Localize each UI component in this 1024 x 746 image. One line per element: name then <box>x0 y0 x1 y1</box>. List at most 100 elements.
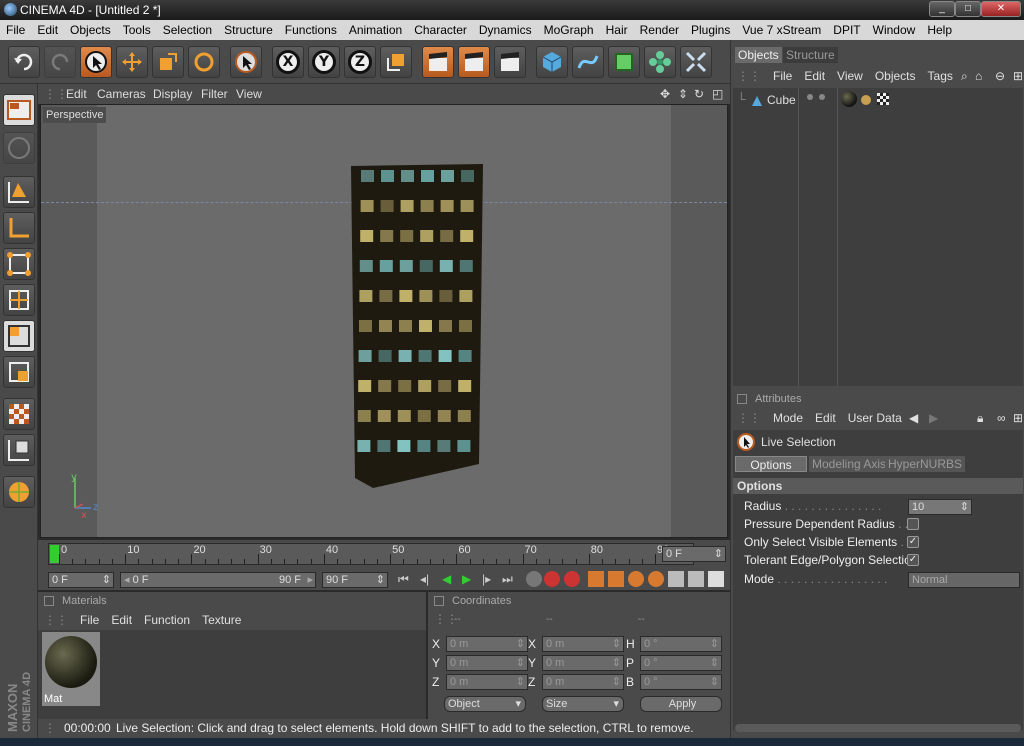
use-camera-mode-button[interactable] <box>3 94 35 126</box>
texture-axis-tool-button[interactable] <box>3 434 35 466</box>
coordinate-value-field[interactable]: 0 ° ⇕ <box>640 674 722 690</box>
texture-tag-icon[interactable] <box>877 93 889 105</box>
tab-hypernurbs[interactable]: HyperNURBS <box>885 456 966 472</box>
tolerant-checkbox[interactable]: ✓ <box>907 554 919 566</box>
pressure-checkbox[interactable] <box>907 518 919 530</box>
maximize-button[interactable]: □ <box>955 1 981 17</box>
forward-arrow-icon[interactable]: ▶ <box>923 408 944 428</box>
y-axis-lock-button[interactable]: Y <box>308 46 340 78</box>
end-frame-field[interactable]: 90 F ⇕ <box>322 572 388 588</box>
start-frame-field[interactable]: 0 F ⇕ <box>48 572 114 588</box>
tab-structure[interactable]: Structure <box>783 47 838 63</box>
timeline-ruler[interactable]: 0102030405060708090 <box>48 543 694 565</box>
coordinate-value-field[interactable]: 0 m ⇕ <box>542 655 624 671</box>
model-tool-button[interactable] <box>3 176 35 208</box>
key-point-level-icon[interactable] <box>668 571 684 587</box>
materials-menu-file[interactable]: File <box>74 610 105 630</box>
objects-home-icon[interactable]: ⌂ <box>969 66 988 86</box>
go-to-end-icon[interactable]: ⏭ <box>502 572 513 587</box>
z-axis-lock-button[interactable]: Z <box>344 46 376 78</box>
tab-options[interactable]: Options <box>735 456 807 472</box>
selection-tool-button[interactable] <box>230 46 262 78</box>
menu-edit[interactable]: Edit <box>31 20 64 40</box>
menu-objects[interactable]: Objects <box>64 20 117 40</box>
tab-modeling-axis[interactable]: Modeling Axis <box>809 456 890 472</box>
coordinate-value-field[interactable]: 0 m ⇕ <box>446 655 528 671</box>
add-array-button[interactable] <box>644 46 676 78</box>
objects-menu-edit[interactable]: Edit <box>798 66 831 86</box>
play-forward-icon[interactable]: ▶ <box>462 572 471 586</box>
perspective-viewport[interactable]: Perspective y z x <box>40 104 728 538</box>
scale-tool-button[interactable] <box>152 46 184 78</box>
render-settings-button[interactable] <box>494 46 526 78</box>
materials-menu-function[interactable]: Function <box>138 610 196 630</box>
coordinate-value-field[interactable]: 0 ° ⇕ <box>640 655 722 671</box>
move-tool-button[interactable] <box>116 46 148 78</box>
back-arrow-icon[interactable]: ◀ <box>903 408 924 428</box>
materials-menu-edit[interactable]: Edit <box>105 610 138 630</box>
x-axis-lock-button[interactable]: X <box>272 46 304 78</box>
menu-tools[interactable]: Tools <box>117 20 157 40</box>
attributes-menu-userdata[interactable]: User Data <box>842 408 908 428</box>
coordinate-value-field[interactable]: 0 m ⇕ <box>542 674 624 690</box>
next-frame-icon[interactable]: |▸ <box>482 572 491 586</box>
rotate-tool-button[interactable] <box>188 46 220 78</box>
menu-mograph[interactable]: MoGraph <box>538 20 600 40</box>
menu-functions[interactable]: Functions <box>279 20 343 40</box>
material-tag-icon[interactable] <box>841 91 857 107</box>
current-frame-marker[interactable] <box>50 545 59 563</box>
objects-menu-file[interactable]: File <box>767 66 798 86</box>
viewport-maximize-icon[interactable]: ◰ <box>712 87 723 101</box>
render-picture-viewer-button[interactable] <box>458 46 490 78</box>
workplane-tool-button[interactable] <box>3 476 35 508</box>
add-cube-button[interactable] <box>536 46 568 78</box>
menu-help[interactable]: Help <box>921 20 958 40</box>
key-parameter-icon[interactable] <box>648 571 664 587</box>
menu-window[interactable]: Window <box>867 20 922 40</box>
menu-dpit[interactable]: DPIT <box>827 20 866 40</box>
radius-input[interactable]: 10 ⇕ <box>908 499 972 515</box>
keyframe-selection-icon[interactable] <box>564 571 580 587</box>
viewport-menu-cameras[interactable]: Cameras <box>97 87 146 101</box>
attributes-new-window-icon[interactable]: ⊞ <box>1007 408 1024 428</box>
coordinate-value-field[interactable]: 0 m ⇕ <box>542 636 624 652</box>
visible-checkbox[interactable]: ✓ <box>907 536 919 548</box>
menu-render[interactable]: Render <box>634 20 685 40</box>
viewport-menu-view[interactable]: View <box>236 87 262 101</box>
viewport-menu-display[interactable]: Display <box>153 87 192 101</box>
add-spline-button[interactable] <box>572 46 604 78</box>
material-thumbnail[interactable]: Mat <box>42 632 100 706</box>
menu-hair[interactable]: Hair <box>600 20 634 40</box>
objects-menu-objects[interactable]: Objects <box>869 66 922 86</box>
viewport-rotate-icon[interactable]: ↻ <box>694 87 704 101</box>
menu-selection[interactable]: Selection <box>157 20 218 40</box>
size-mode-select[interactable]: Size ▾ <box>542 696 624 712</box>
lock-icon[interactable]: 🔒︎ <box>971 408 989 428</box>
object-row-cube[interactable]: └ Cube <box>733 90 1023 110</box>
coordinate-system-button[interactable] <box>380 46 412 78</box>
objects-new-window-icon[interactable]: ⊞ <box>1007 66 1024 86</box>
viewport-zoom-icon[interactable]: ⇕ <box>678 87 688 101</box>
menu-animation[interactable]: Animation <box>343 20 408 40</box>
timeline-settings-icon[interactable] <box>688 571 704 587</box>
polygons-tool-button[interactable] <box>3 320 35 352</box>
redo-button[interactable] <box>44 46 76 78</box>
menu-plugins[interactable]: Plugins <box>685 20 736 40</box>
viewport-move-icon[interactable]: ✥ <box>660 87 670 101</box>
animation-layout-icon[interactable] <box>708 571 724 587</box>
materials-menu-texture[interactable]: Texture <box>196 610 247 630</box>
attributes-menu-mode[interactable]: Mode <box>767 408 809 428</box>
autokeying-icon[interactable] <box>544 571 560 587</box>
record-keys-icon[interactable] <box>526 571 542 587</box>
edges-tool-button[interactable] <box>3 284 35 316</box>
undo-button[interactable] <box>8 46 40 78</box>
building-model[interactable] <box>341 160 491 490</box>
live-selection-button[interactable] <box>80 46 112 78</box>
go-to-start-icon[interactable]: ⏮ <box>398 572 409 587</box>
viewport-menu-filter[interactable]: Filter <box>201 87 228 101</box>
current-frame-field[interactable]: 0 F ⇕ <box>662 546 726 562</box>
object-axis-tool-button[interactable] <box>3 212 35 244</box>
key-scale-icon[interactable] <box>608 571 624 587</box>
menu-character[interactable]: Character <box>408 20 473 40</box>
editor-visibility-icon[interactable] <box>807 94 813 100</box>
